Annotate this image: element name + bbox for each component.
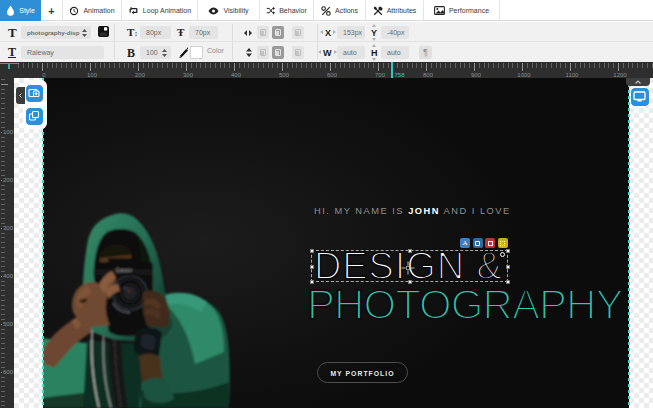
svg-text:Canon: Canon: [116, 267, 132, 273]
